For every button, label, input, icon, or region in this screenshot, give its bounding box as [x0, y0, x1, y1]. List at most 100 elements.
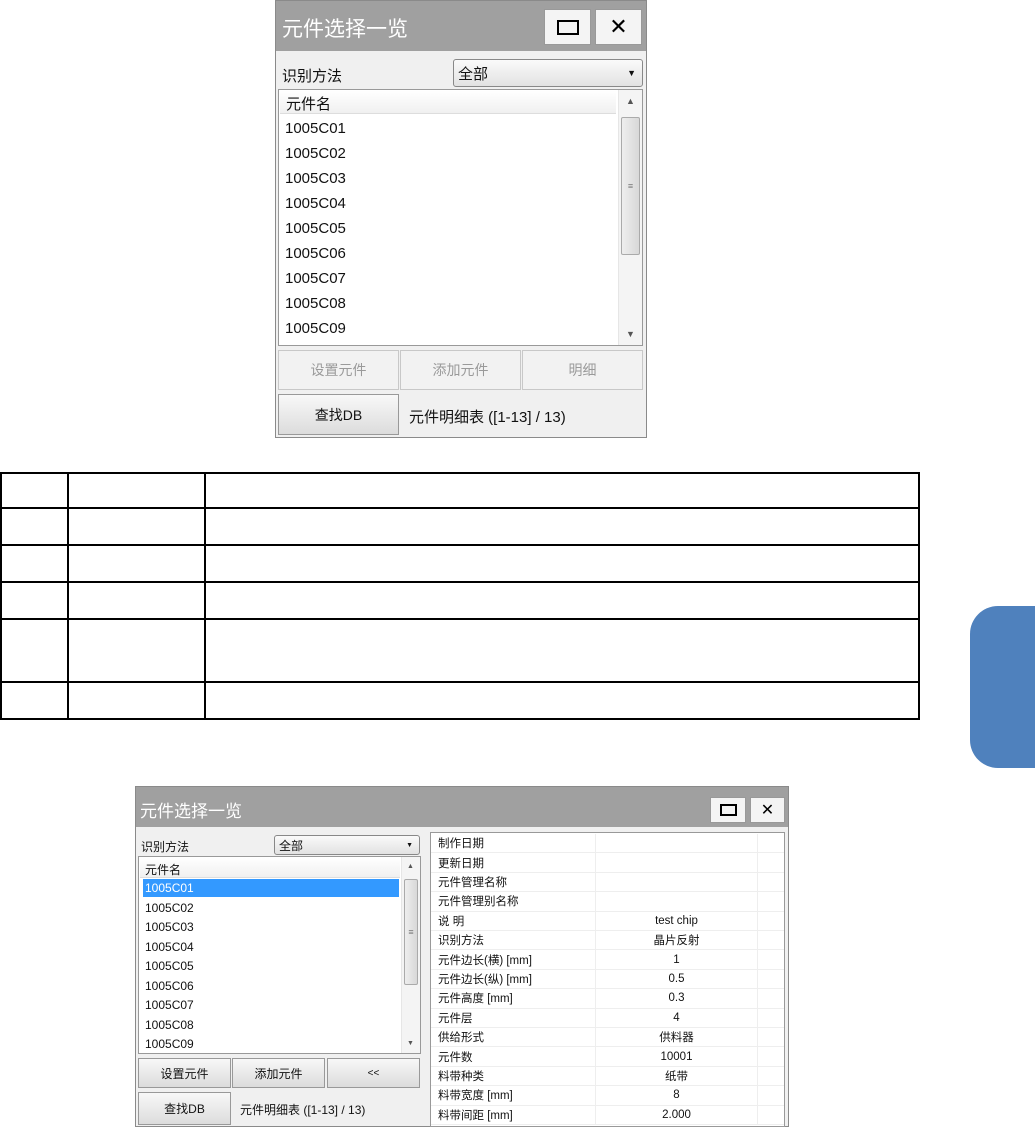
- detail-value: [596, 834, 758, 853]
- list-item[interactable]: 1005C06: [285, 245, 346, 262]
- close-button[interactable]: ✕: [595, 9, 642, 45]
- detail-key: 识别方法: [431, 931, 596, 950]
- table-cell: [204, 507, 920, 546]
- table-cell: [67, 618, 206, 683]
- close-icon: ✕: [760, 802, 775, 819]
- list-item[interactable]: 1005C05: [145, 959, 194, 973]
- detail-row[interactable]: 元件管理名称: [431, 872, 784, 893]
- detail-row[interactable]: 制作日期: [431, 834, 784, 854]
- list-item[interactable]: 1005C02: [285, 145, 346, 162]
- detail-value: 2.000: [596, 1105, 758, 1124]
- list-item[interactable]: 1005C07: [145, 998, 194, 1012]
- detail-row[interactable]: 料带种类 纸带: [431, 1066, 784, 1087]
- detail-row[interactable]: 料带间距 [mm] 2.000: [431, 1105, 784, 1125]
- table-cell: [0, 544, 69, 583]
- detail-key: 元件层: [431, 1008, 596, 1027]
- detail-row[interactable]: 更新日期: [431, 853, 784, 873]
- list-item-selected[interactable]: 1005C01: [143, 879, 399, 897]
- scroll-down-icon: ▼: [407, 1040, 414, 1047]
- detail-row[interactable]: 元件层 4: [431, 1008, 784, 1028]
- maximize-icon: [556, 19, 579, 35]
- list-item[interactable]: 1005C05: [285, 220, 346, 237]
- detail-key: 料带宽度 [mm]: [431, 1086, 596, 1105]
- component-list[interactable]: 元件名 1005C01 1005C02 1005C03 1005C04 1005…: [138, 856, 421, 1054]
- detail-value: 供料器: [596, 1028, 758, 1047]
- method-value: 全部: [279, 838, 304, 853]
- detail-value: 8: [596, 1086, 758, 1105]
- list-item[interactable]: 1005C03: [145, 920, 194, 934]
- status-text: 元件明细表 ([1-13] / 13): [409, 409, 566, 426]
- detail-button[interactable]: 明细: [522, 350, 643, 390]
- detail-value: [596, 872, 758, 892]
- list-item[interactable]: 1005C08: [285, 295, 346, 312]
- find-db-button[interactable]: 查找DB: [138, 1092, 231, 1125]
- scrollbar[interactable]: ▲ ≡ ▼: [401, 857, 420, 1053]
- table-cell: [67, 544, 206, 583]
- detail-key: 料带种类: [431, 1066, 596, 1086]
- dialog-title: 元件选择一览: [282, 18, 408, 41]
- scroll-thumb[interactable]: ≡: [621, 117, 640, 255]
- list-header: 元件名: [140, 858, 400, 878]
- list-item[interactable]: 1005C09: [285, 320, 346, 337]
- maximize-button[interactable]: [710, 797, 746, 823]
- detail-key: 制作日期: [431, 834, 596, 853]
- detail-key: 说 明: [431, 911, 596, 930]
- list-item[interactable]: 1005C02: [145, 901, 194, 915]
- table-cell: [204, 472, 920, 509]
- list-item[interactable]: 1005C07: [285, 270, 346, 287]
- list-item[interactable]: 1005C06: [145, 979, 194, 993]
- component-detail-grid: 制作日期 更新日期 元件管理名称 元件管理别名称说 明 test chip 识别方法 晶片反…: [430, 832, 785, 1127]
- close-icon: ✕: [609, 14, 628, 39]
- find-db-button[interactable]: 查找DB: [278, 394, 399, 435]
- detail-value: [596, 892, 758, 911]
- detail-value: test chip: [596, 911, 758, 930]
- column-header-name[interactable]: 元件名: [145, 863, 181, 877]
- detail-value: 1: [596, 950, 758, 969]
- detail-row[interactable]: 料带宽度 [mm] 8: [431, 1086, 784, 1106]
- list-item[interactable]: 1005C04: [285, 195, 346, 212]
- list-item[interactable]: 1005C08: [145, 1018, 194, 1032]
- detail-key: 更新日期: [431, 853, 596, 872]
- method-value: 全部: [458, 65, 489, 83]
- detail-row[interactable]: 元件数 10001: [431, 1047, 784, 1067]
- table-cell: [204, 618, 920, 683]
- close-button[interactable]: ✕: [750, 797, 785, 823]
- maximize-button[interactable]: [544, 9, 591, 45]
- collapse-detail-button[interactable]: <<: [327, 1058, 420, 1088]
- detail-key: 元件数: [431, 1047, 596, 1066]
- detail-row[interactable]: 元件高度 [mm] 0.3: [431, 989, 784, 1009]
- table-cell: [67, 581, 206, 620]
- detail-value: 纸带: [596, 1066, 758, 1086]
- detail-value: [596, 853, 758, 872]
- add-component-button[interactable]: 添加元件: [400, 350, 521, 390]
- chevron-down-icon: ▼: [406, 841, 413, 849]
- method-select[interactable]: 全部 ▼: [453, 59, 643, 87]
- detail-row[interactable]: 识别方法 晶片反射: [431, 931, 784, 951]
- scroll-thumb[interactable]: ≡: [404, 879, 418, 985]
- set-component-button[interactable]: 设置元件: [138, 1058, 231, 1088]
- detail-row[interactable]: 供给形式 供料器: [431, 1028, 784, 1048]
- component-list[interactable]: 元件名 1005C01 1005C02 1005C03 1005C04 1005…: [278, 89, 643, 346]
- detail-row[interactable]: 元件边长(纵) [mm] 0.5: [431, 969, 784, 990]
- detail-row[interactable]: 说 明 test chip: [431, 911, 784, 931]
- list-item[interactable]: 1005C04: [145, 940, 194, 954]
- add-component-button[interactable]: 添加元件: [232, 1058, 325, 1088]
- set-component-button[interactable]: 设置元件: [278, 350, 399, 390]
- list-item-label: 1005C01: [145, 881, 194, 895]
- scrollbar[interactable]: ▲ ≡ ▼: [618, 90, 642, 345]
- detail-key: 元件高度 [mm]: [431, 989, 596, 1008]
- table-cell: [0, 581, 69, 620]
- detail-row[interactable]: 元件管理别名称: [431, 892, 784, 912]
- scroll-down-icon: ▼: [626, 329, 635, 339]
- list-item[interactable]: 1005C03: [285, 170, 346, 187]
- method-select[interactable]: 全部 ▼: [274, 835, 420, 855]
- column-header-name[interactable]: 元件名: [286, 96, 331, 113]
- document-table: [0, 472, 920, 720]
- detail-row[interactable]: 元件边长(横) [mm] 1: [431, 950, 784, 970]
- method-label: 识别方法: [141, 840, 190, 854]
- list-item[interactable]: 1005C01: [285, 120, 346, 137]
- scroll-up-icon: ▲: [626, 96, 635, 106]
- list-item[interactable]: 1005C09: [145, 1037, 194, 1051]
- detail-value: 0.5: [596, 969, 758, 989]
- method-label: 识别方法: [282, 68, 343, 85]
